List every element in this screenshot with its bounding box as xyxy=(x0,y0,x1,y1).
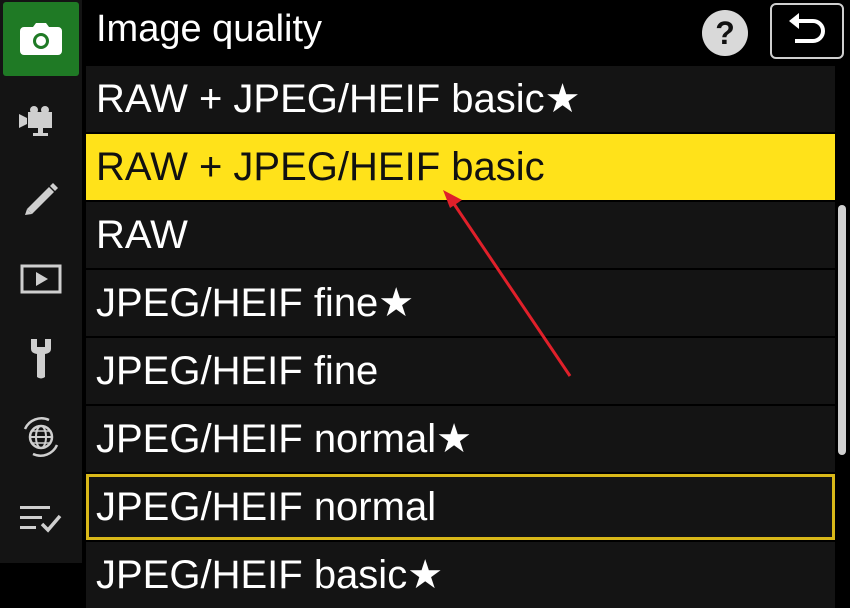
option-label: JPEG/HEIF fine★ xyxy=(96,281,415,325)
sidebar xyxy=(0,0,82,563)
option-jpeg-fine[interactable]: JPEG/HEIF fine xyxy=(86,338,835,404)
option-label: RAW xyxy=(96,212,188,257)
option-jpeg-normal-star[interactable]: JPEG/HEIF normal★ xyxy=(86,406,835,472)
sidebar-item-setup[interactable] xyxy=(0,324,82,394)
sidebar-item-custom-settings[interactable] xyxy=(0,164,82,234)
help-icon: ? xyxy=(715,14,735,51)
scrollbar[interactable] xyxy=(838,205,846,455)
page-title: Image quality xyxy=(96,8,323,50)
my-menu-icon xyxy=(20,506,62,533)
video-camera-icon xyxy=(19,106,52,136)
sidebar-item-video[interactable] xyxy=(0,86,82,156)
option-raw-jpeg-basic[interactable]: RAW + JPEG/HEIF basic xyxy=(86,134,835,200)
header-bar: Image quality ? xyxy=(84,0,850,64)
wrench-icon xyxy=(31,339,51,379)
option-label: JPEG/HEIF fine xyxy=(96,348,379,393)
sidebar-item-network[interactable] xyxy=(0,402,82,472)
return-arrow-icon xyxy=(789,13,825,43)
sidebar-item-playback[interactable] xyxy=(0,244,82,314)
sidebar-item-photo-shooting[interactable] xyxy=(0,2,82,76)
active-tab-tile xyxy=(3,2,79,76)
sidebar-item-my-menu[interactable] xyxy=(0,484,82,554)
option-jpeg-fine-star[interactable]: JPEG/HEIF fine★ xyxy=(86,270,835,336)
option-label: JPEG/HEIF normal xyxy=(96,484,437,529)
back-button[interactable] xyxy=(770,3,844,59)
option-label: JPEG/HEIF basic★ xyxy=(96,553,444,597)
option-jpeg-normal[interactable]: JPEG/HEIF normal xyxy=(86,474,835,540)
option-jpeg-basic-star[interactable]: JPEG/HEIF basic★ xyxy=(86,542,835,608)
playback-icon xyxy=(20,264,62,294)
option-raw[interactable]: RAW xyxy=(86,202,835,268)
network-globe-icon xyxy=(23,417,59,457)
option-label: RAW + JPEG/HEIF basic★ xyxy=(96,77,581,121)
option-label: RAW + JPEG/HEIF basic xyxy=(96,144,545,189)
help-button[interactable]: ? xyxy=(702,10,748,56)
option-label: JPEG/HEIF normal★ xyxy=(96,417,472,461)
option-raw-jpeg-basic-star[interactable]: RAW + JPEG/HEIF basic★ xyxy=(86,66,835,132)
camera-icon xyxy=(20,23,62,55)
pencil-icon xyxy=(25,183,58,215)
image-quality-option-list: RAW + JPEG/HEIF basic★ RAW + JPEG/HEIF b… xyxy=(84,64,836,608)
